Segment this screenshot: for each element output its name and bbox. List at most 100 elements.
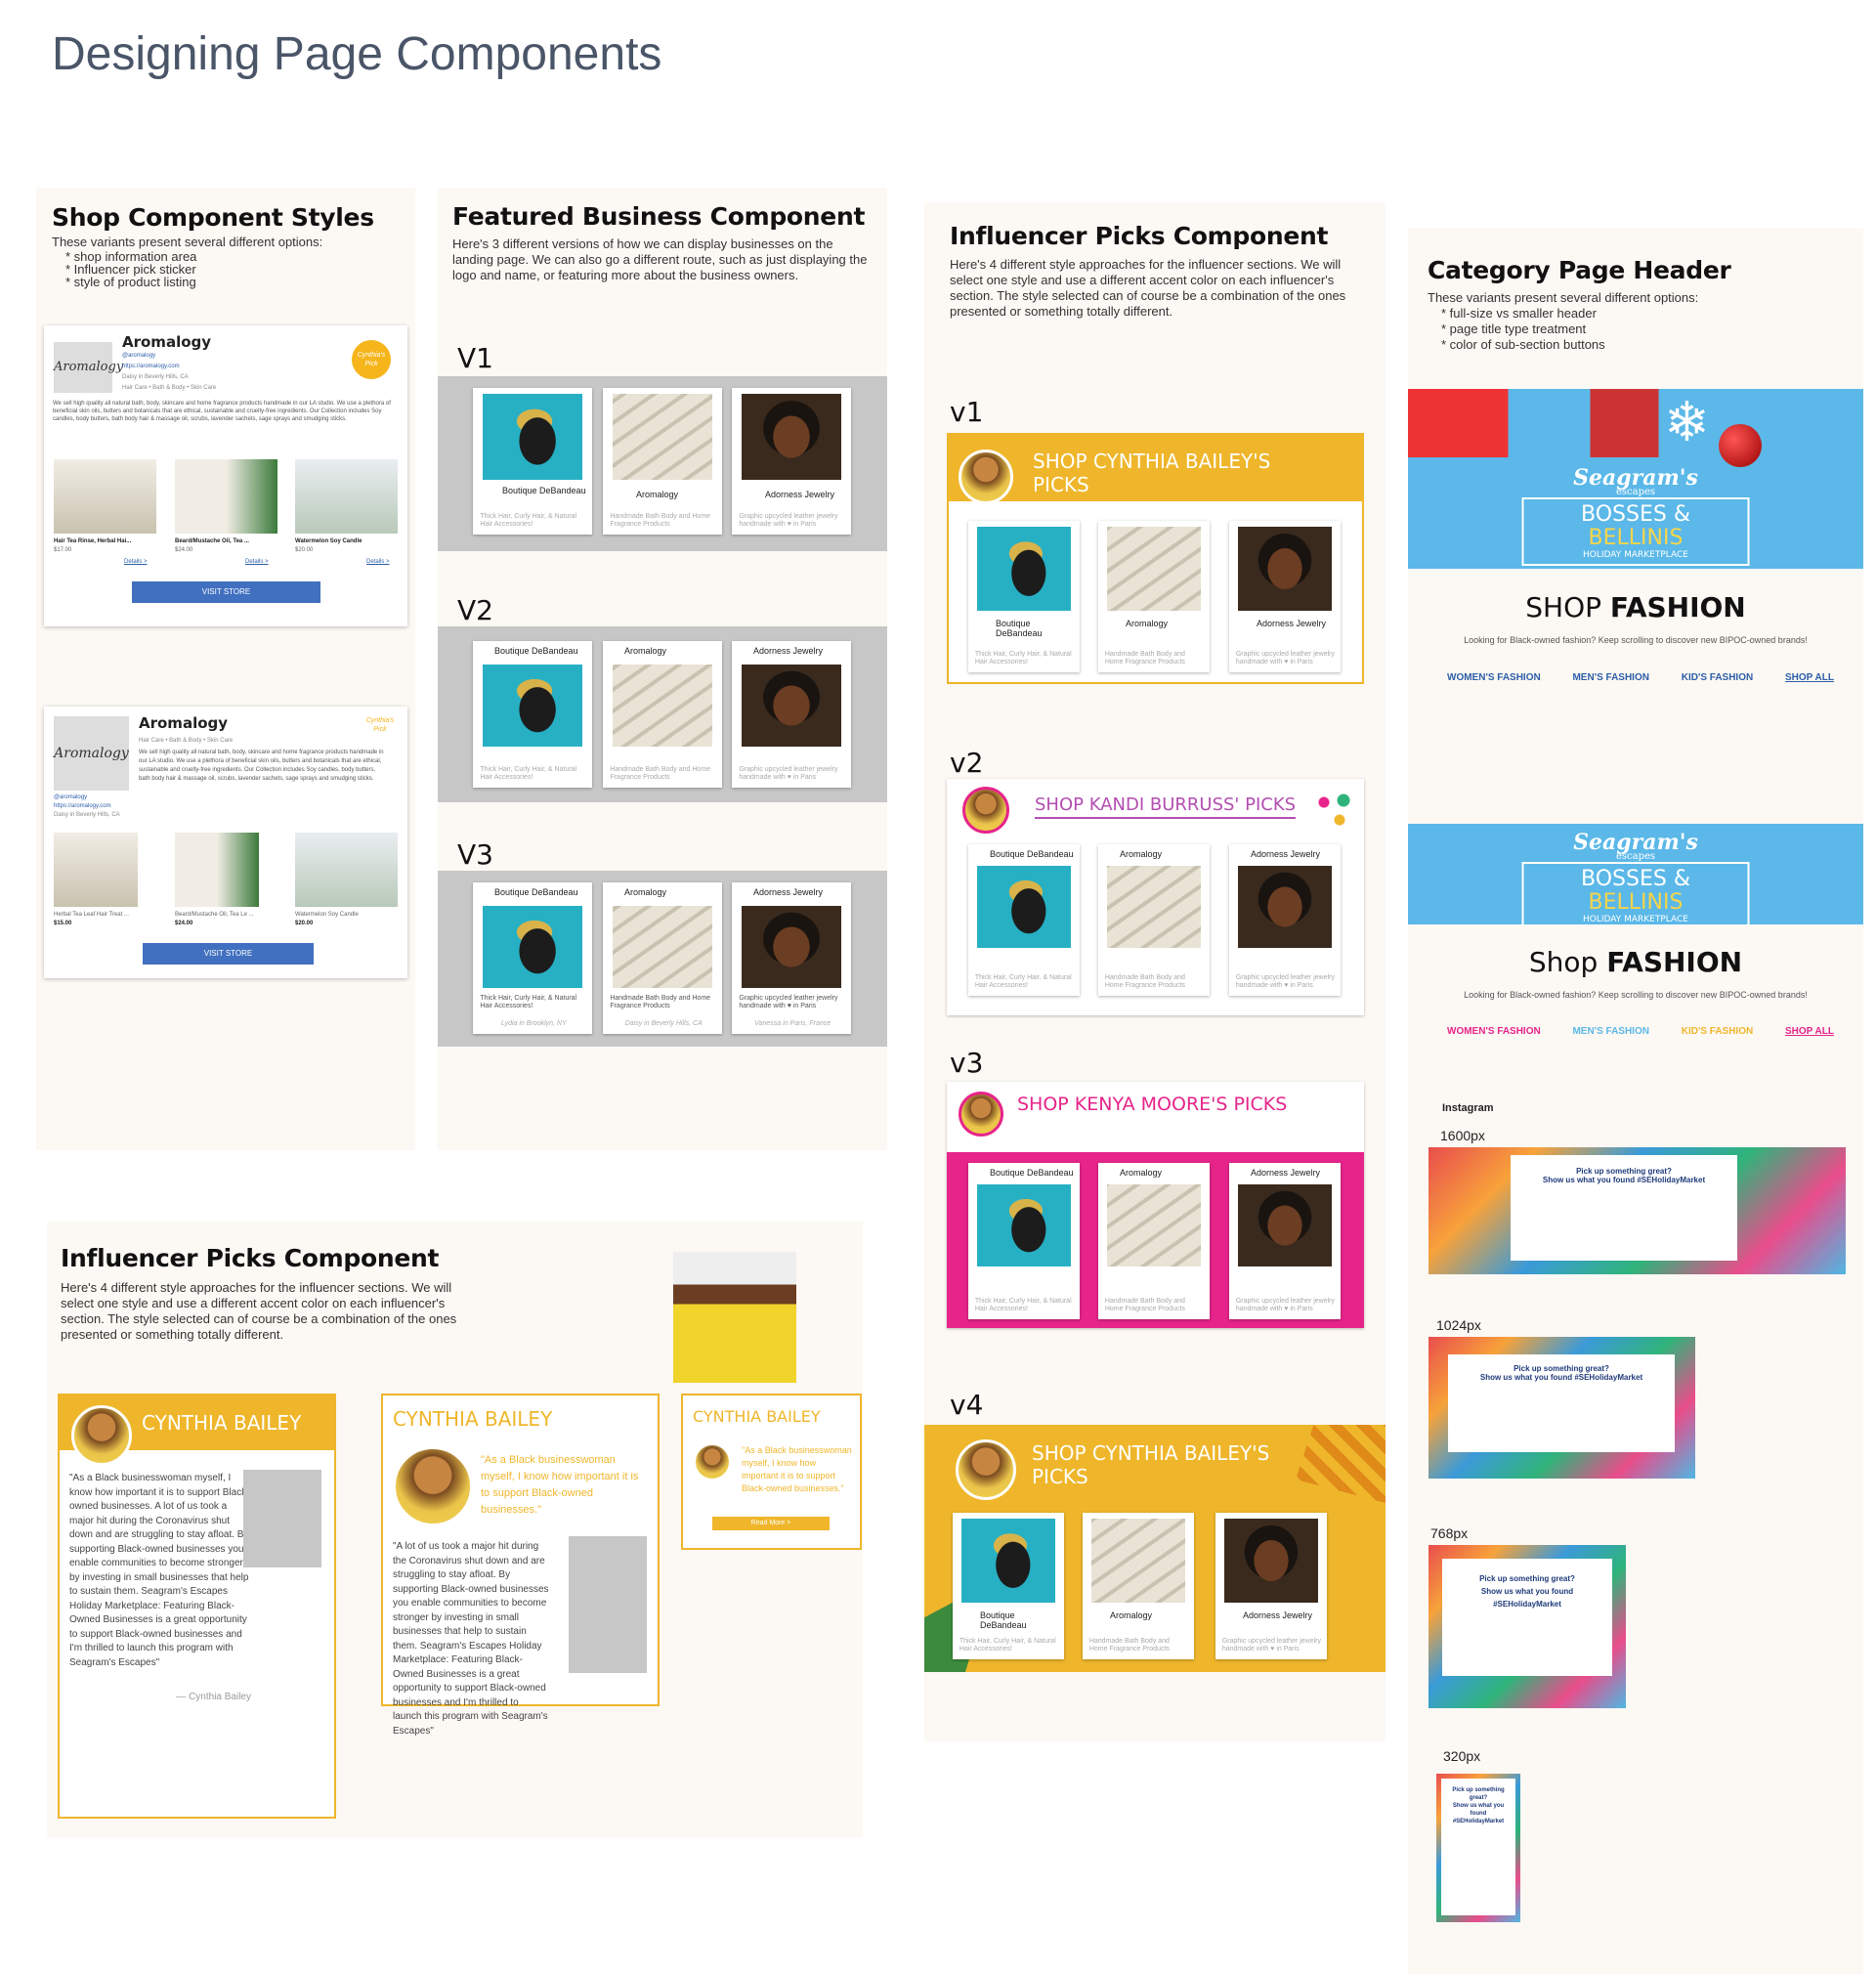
marketplace-box: BOSSES & BELLINIS HOLIDAY MARKETPLACE	[1521, 497, 1750, 566]
influencer-pick-card[interactable]: Boutique DeBandeau Thick Hair, Curly Hair…	[953, 1513, 1064, 1659]
ig-card: Pick up something great? Show us what yo…	[1441, 1779, 1515, 1915]
ig-card: Pick up something great? Show us what yo…	[1448, 1354, 1675, 1452]
influencer-pick-card[interactable]: Adorness Jewelry Graphic upcycled leather…	[1229, 521, 1341, 672]
ig-line1: Pick up something great?	[1514, 1364, 1609, 1373]
product-image	[175, 833, 259, 907]
store-handle[interactable]: @aromalogy	[122, 353, 155, 359]
product-image	[54, 833, 138, 907]
nav-shop-all[interactable]: SHOP ALL	[1785, 672, 1834, 683]
business-desc: Handmade Bath Body and Home Fragrance Pr…	[1088, 1638, 1170, 1652]
influencer-name: CYNTHIA BAILEY	[393, 1407, 553, 1431]
product-price: $20.00	[295, 547, 314, 553]
brand-sub: escapes	[1615, 487, 1656, 497]
business-card[interactable]: Boutique DeBandeau Thick Hair, Curly Hai…	[473, 882, 592, 1034]
influencer-pick-card[interactable]: Aromalogy Handmade Bath Body and Home Fra…	[1098, 1163, 1210, 1319]
business-image	[1238, 866, 1332, 948]
marketplace-box: BOSSES & BELLINIS HOLIDAY MARKETPLACE	[1521, 862, 1750, 924]
ig-banner-768: Pick up something great? Show us what yo…	[1428, 1545, 1626, 1708]
product-price: $24.00	[175, 547, 193, 553]
tagline: Looking for Black-owned fashion? Keep sc…	[1464, 990, 1808, 1000]
product-details-link[interactable]: Details >	[245, 559, 269, 565]
shop-title-b: FASHION	[1609, 591, 1746, 623]
business-desc: Graphic upcycled leather jewelry handmad…	[739, 513, 838, 528]
influencer-pick-card[interactable]: Boutique DeBandeau Thick Hair, Curly Hair…	[968, 1163, 1080, 1319]
influencer-pick-card[interactable]: Boutique DeBandeau Thick Hair, Curly Hair…	[968, 521, 1080, 672]
business-name: Aromalogy	[624, 646, 667, 656]
influencer-pick-card[interactable]: Aromalogy Handmade Bath Body and Home Fra…	[1098, 844, 1210, 996]
store-handle[interactable]: @aromalogy	[54, 794, 87, 800]
business-name: Aromalogy	[1120, 849, 1163, 859]
business-card[interactable]: Adorness Jewelry Graphic upcycled leathe…	[732, 388, 851, 535]
quote-card-a: CYNTHIA BAILEY "As a Black businesswoman…	[58, 1394, 336, 1819]
read-more-button[interactable]: Read More >	[712, 1517, 830, 1530]
business-image	[961, 1519, 1055, 1603]
influencer-pick-card[interactable]: Adorness Jewelry Graphic upcycled leather…	[1215, 1513, 1327, 1659]
nav-mens[interactable]: MEN'S FASHION	[1572, 672, 1649, 683]
version-label: v1	[950, 396, 984, 428]
nav-womens[interactable]: WOMEN'S FASHION	[1447, 672, 1541, 683]
nav-shop-all[interactable]: SHOP ALL	[1785, 1026, 1834, 1037]
business-card[interactable]: Adorness Jewelry Graphic upcycled leathe…	[732, 641, 851, 788]
nav-mens[interactable]: MEN'S FASHION	[1572, 1026, 1649, 1037]
business-card[interactable]: Aromalogy Handmade Bath Body and Home Fr…	[603, 882, 722, 1034]
business-name: Boutique DeBandeau	[996, 619, 1043, 638]
business-desc: Handmade Bath Body and Home Fragrance Pr…	[610, 995, 711, 1009]
nav-kids[interactable]: KID'S FASHION	[1682, 672, 1754, 683]
influencer-pick-card[interactable]: Aromalogy Handmade Bath Body and Home Fra…	[1083, 1513, 1194, 1659]
business-image	[977, 527, 1071, 611]
visit-store-button[interactable]: VISIT STORE	[132, 581, 320, 603]
shop-title: SHOP FASHION	[1408, 591, 1863, 623]
business-desc: Graphic upcycled leather jewelry handmad…	[1235, 651, 1335, 665]
business-card[interactable]: Aromalogy Handmade Bath Body and Home Fr…	[603, 641, 722, 788]
version-label: V3	[457, 838, 493, 871]
nav-kids[interactable]: KID'S FASHION	[1682, 1026, 1754, 1037]
business-image	[977, 1184, 1071, 1266]
influencer-pick-card[interactable]: Boutique DeBandeau Thick Hair, Curly Hair…	[968, 844, 1080, 996]
marketplace-b: BELLINIS	[1588, 526, 1684, 550]
visit-store-button[interactable]: VISIT STORE	[143, 943, 314, 965]
desc-line: These variants present several different…	[52, 235, 323, 249]
store-logo: Aromalogy	[54, 342, 123, 393]
product-price: $17.00	[54, 547, 72, 553]
business-card[interactable]: Boutique DeBandeau Thick Hair, Curly Hai…	[473, 641, 592, 788]
nav-womens[interactable]: WOMEN'S FASHION	[1447, 1026, 1541, 1037]
store-url[interactable]: https://aromalogy.com	[54, 803, 111, 809]
business-card[interactable]: Aromalogy Handmade Bath Body and Home Fr…	[603, 388, 722, 535]
business-card[interactable]: Boutique DeBandeau Thick Hair, Curly Hai…	[473, 388, 592, 535]
business-name: Adorness Jewelry	[1251, 849, 1321, 859]
business-image	[1107, 866, 1201, 948]
store-desc: We sell high quality all natural bath, b…	[139, 750, 384, 782]
brand-logo: Seagram's escapes BOSSES & BELLINIS HOLID…	[1521, 830, 1750, 924]
pattern-decor	[1296, 1425, 1386, 1503]
business-image	[1107, 527, 1201, 611]
business-image	[1238, 1184, 1332, 1266]
image-placeholder	[569, 1536, 647, 1673]
ig-line2: Show us what you found #SEHolidayMarket	[1452, 1803, 1505, 1824]
influencer-pick-card[interactable]: Adorness Jewelry Graphic upcycled leather…	[1229, 844, 1341, 996]
product-name: Beard/Mustache Oil, Tea Le ...	[175, 912, 254, 918]
business-name: Aromalogy	[1110, 1610, 1153, 1620]
shop-title-b: FASHION	[1606, 946, 1743, 978]
business-desc: Thick Hair, Curly Hair, & Natural Hair A…	[974, 651, 1072, 665]
business-location: Lydia in Brooklyn, NY	[500, 1020, 567, 1027]
influencer-avatar	[959, 450, 1013, 504]
influencer-pick-card[interactable]: Adorness Jewelry Graphic upcycled leather…	[1229, 1163, 1341, 1319]
desc-line: * style of product listing	[65, 275, 196, 289]
business-desc: Graphic upcycled leather jewelry handmad…	[739, 766, 838, 781]
business-image	[741, 394, 842, 480]
desc-line: These variants present several different…	[1428, 290, 1699, 305]
product-details-link[interactable]: Details >	[124, 559, 148, 565]
business-name: Adorness Jewelry	[765, 490, 835, 499]
business-name: Boutique DeBandeau	[980, 1610, 1027, 1630]
business-name: Boutique DeBandeau	[990, 849, 1074, 859]
influencer-pick-card[interactable]: Aromalogy Handmade Bath Body and Home Fra…	[1098, 521, 1210, 672]
business-desc: Handmade Bath Body and Home Fragrance Pr…	[610, 513, 711, 528]
product-details-link[interactable]: Details >	[366, 559, 390, 565]
business-image	[1107, 1184, 1201, 1266]
store-url[interactable]: https://aromalogy.com	[122, 364, 180, 369]
product-price: $24.00	[175, 921, 193, 926]
business-card[interactable]: Adorness Jewelry Graphic upcycled leathe…	[732, 882, 851, 1034]
store-logo: Aromalogy	[54, 716, 129, 791]
ig-card: Pick up something great? Show us what yo…	[1511, 1155, 1737, 1261]
quote-text: "As a Black businesswoman myself, I know…	[69, 1473, 250, 1668]
